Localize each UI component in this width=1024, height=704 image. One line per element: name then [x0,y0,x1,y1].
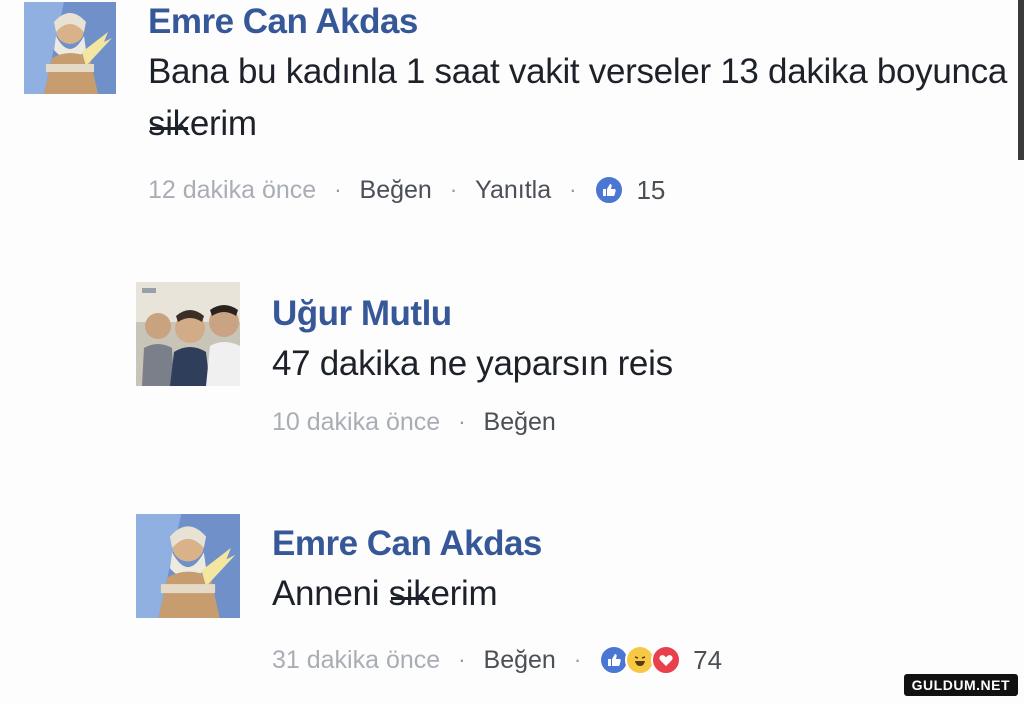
author-avatar[interactable] [136,514,240,618]
reactions-summary[interactable]: 15 [594,175,665,206]
author-avatar[interactable] [136,282,240,386]
separator-dot: · [573,647,582,672]
author-avatar[interactable] [24,2,116,94]
reply-link[interactable]: Yanıtla [475,176,551,205]
like-link[interactable]: Beğen [484,646,556,675]
comment-meta: 12 dakika önce · Beğen · Yanıtla · 15 [148,172,665,208]
timestamp: 31 dakika önce [272,645,441,674]
separator-dot: · [449,177,458,202]
comment-text: Bana bu kadınla 1 saat vakit verseler 13… [148,46,1018,150]
group-photo-avatar-icon [136,282,240,386]
censored-word-part: sik [148,104,190,143]
comment-meta: 10 dakika önce · Beğen [272,404,556,440]
comment-text-part: erim [430,574,498,613]
screen-edge [1018,0,1024,160]
site-watermark: GULDUM.NET [903,674,1018,696]
separator-dot: · [334,177,342,202]
comment-text: 47 dakika ne yaparsın reis [272,344,673,383]
comment-meta: 31 dakika önce · Beğen · 74 [272,642,722,678]
separator-dot: · [458,409,466,434]
reaction-count: 74 [693,644,723,675]
like-icon [594,175,625,205]
author-name[interactable]: Emre Can Akdas [272,524,542,564]
comment-thread: Emre Can Akdas Bana bu kadınla 1 saat va… [0,0,1024,704]
author-name[interactable]: Uğur Mutlu [272,294,452,334]
like-link[interactable]: Beğen [360,176,432,205]
zeus-avatar-icon [136,514,240,618]
censored-word: sik [389,568,431,620]
separator-dot: · [569,177,577,202]
timestamp: 12 dakika önce [148,175,317,204]
comment-text-part: Anneni [272,574,389,613]
reactions-summary[interactable]: 74 [599,645,722,676]
comment-text-part: erim [189,104,257,143]
timestamp: 10 dakika önce [272,407,441,436]
like-link[interactable]: Beğen [484,408,556,437]
reaction-count: 15 [636,174,666,205]
censored-word-part: sik [388,574,431,613]
censored-word: sik [148,98,190,150]
comment-text: Anneni sikerim [272,568,972,620]
author-name[interactable]: Emre Can Akdas [148,2,418,42]
separator-dot: · [458,647,466,672]
zeus-avatar-icon [24,2,116,94]
comment-text-part: Bana bu kadınla 1 saat vakit verseler 13… [148,52,1008,91]
love-icon [651,645,682,675]
